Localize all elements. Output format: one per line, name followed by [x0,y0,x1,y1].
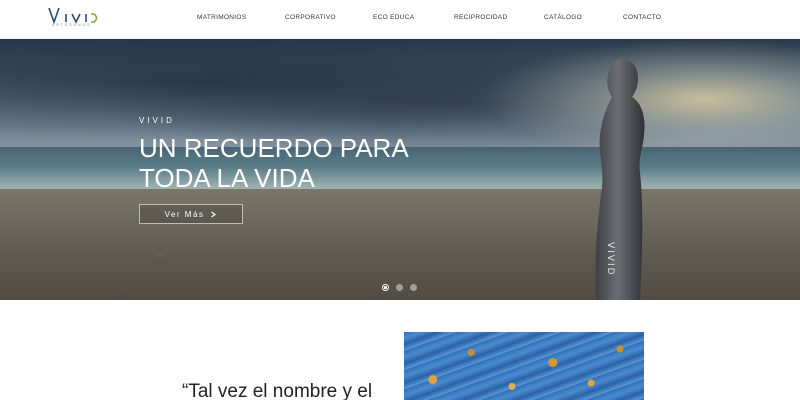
nav-item-matrimonios[interactable]: MATRIMONIOS [197,14,246,21]
nav-item-eco-educa[interactable]: ECO EDUCA [373,14,414,21]
statue-image: VIVID [595,59,645,300]
main-nav: MATRIMONIOS CORPORATIVO ECO EDUCA RECIPR… [0,14,800,26]
ver-mas-label: Ver Más [164,209,205,219]
blue-gold-art-image [404,332,644,400]
nav-item-catalogo[interactable]: CATÁLOGO [544,14,582,21]
slider-dot-3[interactable] [410,284,417,291]
intro-quote: “Tal vez el nombre y el [182,381,373,400]
slider-dot-2[interactable] [396,284,403,291]
nav-item-reciprocidad[interactable]: RECIPROCIDAD [454,14,507,21]
hero-title-line-2: TODA LA VIDA [139,163,315,193]
slider-dot-1[interactable] [382,284,389,291]
hero-eyebrow: VIVID [139,116,175,125]
arrow-right-icon [211,211,217,217]
site-header: ARTESANOS MATRIMONIOS CORPORATIVO ECO ED… [0,0,800,39]
nav-item-contacto[interactable]: CONTACTO [623,14,661,21]
slider-dots [382,284,417,291]
hero-title-line-1: UN RECUERDO PARA [139,133,409,163]
svg-text:VIVID: VIVID [605,242,615,277]
hero-slider: VIVID VIVID UN RECUERDO PARA TODA LA VID… [0,39,800,300]
hero-title: UN RECUERDO PARA TODA LA VIDA [139,133,439,193]
nav-item-corporativo[interactable]: CORPORATIVO [285,14,336,21]
ver-mas-button[interactable]: Ver Más [139,204,243,224]
